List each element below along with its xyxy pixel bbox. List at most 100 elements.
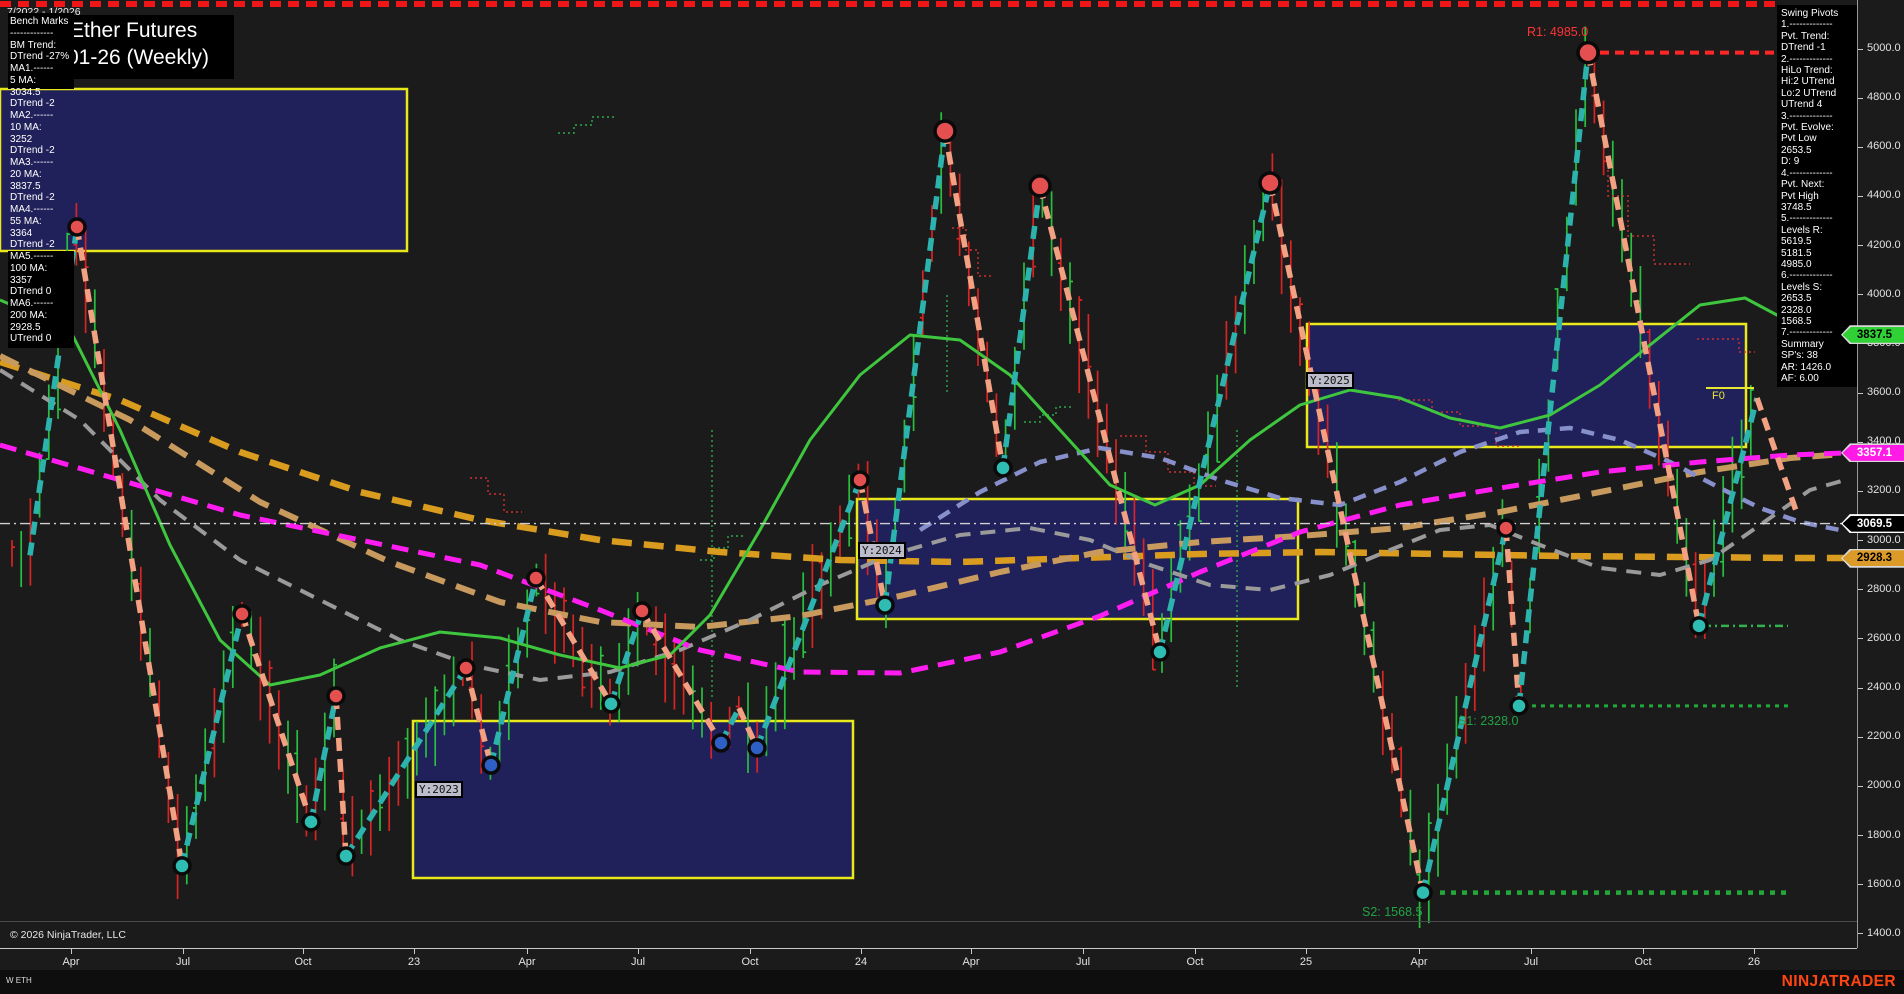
swing-line: [1420, 527, 1509, 894]
price-tag-rim: 3069.5: [1841, 514, 1904, 534]
price-axis-tick: [1858, 736, 1863, 738]
chart-window: 7/2022 - 1/2026 Ether Futures 01-26 (Wee…: [0, 0, 1904, 994]
swing-low-marker: [172, 856, 192, 876]
price-axis-tick: [1858, 48, 1863, 50]
price-axis-tick: [1858, 835, 1863, 837]
swing-high-marker: [1496, 518, 1516, 538]
pivot-step-line: [1607, 170, 1690, 265]
price-axis-tick: [1858, 589, 1863, 591]
time-axis-tick: [638, 949, 639, 954]
s1-level-label: S1: 2328.0: [1458, 714, 1519, 728]
top-dashed-trend-line: [0, 1, 1778, 7]
r1-level-label: R1: 4985.0: [1527, 25, 1589, 39]
time-axis-label: Apr: [1410, 956, 1428, 968]
swing-low-marker: [711, 733, 731, 753]
time-axis-label: Oct: [741, 956, 759, 968]
price-tag-rim: 3837.5: [1841, 325, 1904, 345]
chart-area[interactable]: [0, 0, 1857, 948]
swing-line: [179, 613, 245, 867]
time-axis-label: 25: [1299, 956, 1313, 968]
price-axis-label: 1600.0: [1867, 877, 1901, 890]
price-tag-rim: 2928.3: [1841, 548, 1904, 568]
instrument-tab[interactable]: W ETH: [6, 976, 32, 985]
price-axis-tick: [1858, 490, 1863, 492]
benchmarks-panel: Bench Marks ------------- BM Trend: DTre…: [10, 16, 70, 345]
price-axis-tick: [1858, 785, 1863, 787]
swing-line: [74, 226, 185, 867]
time-axis-tick: [1306, 949, 1307, 954]
swing-low-marker: [336, 846, 356, 866]
swing-high-marker: [67, 217, 87, 237]
year-marker-label: Y:2025: [1306, 372, 1354, 389]
swing-line: [533, 576, 614, 706]
price-axis-tick: [1858, 294, 1863, 296]
swing-low-marker: [481, 755, 501, 775]
swing-low-marker: [875, 595, 895, 615]
swing-low-marker: [601, 694, 621, 714]
swing-high-marker: [326, 686, 346, 706]
time-axis-label: Oct: [294, 956, 312, 968]
price-axis-tick: [1858, 687, 1863, 689]
time-axis-tick: [414, 949, 415, 954]
time-axis-tick: [1754, 949, 1755, 954]
price-axis-label: 2400.0: [1867, 681, 1901, 694]
swing-high-marker: [1258, 171, 1282, 195]
time-axis-label: 26: [1747, 956, 1761, 968]
price-tag: 3357.1: [1842, 444, 1904, 461]
year-marker-label: Y:2023: [415, 781, 463, 798]
pivot-step-line: [558, 116, 614, 134]
price-axis-label: 4000.0: [1867, 287, 1901, 300]
time-axis-label: Oct: [1634, 956, 1652, 968]
f0-level-label: F0: [1712, 390, 1725, 402]
time-axis-tick: [1531, 949, 1532, 954]
time-axis-tick: [750, 949, 751, 954]
time-axis[interactable]: Apr Jul Oct 23 Apr Jul Oct 24 Apr Jul Oct 25 Apr Jul O…: [0, 948, 1857, 971]
pivot-step-line: [470, 477, 522, 513]
footer-divider: [0, 921, 1857, 922]
time-axis-tick: [303, 949, 304, 954]
price-axis-label: 4800.0: [1867, 91, 1901, 104]
swing-line: [1000, 185, 1043, 469]
price-axis-tick: [1858, 884, 1863, 886]
price-axis-tick: [1858, 441, 1863, 443]
pivot-step-line: [952, 227, 992, 277]
swing-low-marker: [1689, 616, 1709, 636]
price-axis-tick: [1858, 638, 1863, 640]
year-box: [413, 721, 853, 878]
swing-high-marker: [933, 119, 957, 143]
price-axis-label: 3200.0: [1867, 484, 1901, 497]
time-axis-label: Apr: [62, 956, 80, 968]
price-axis-tick: [1858, 540, 1863, 542]
chart-canvas[interactable]: [0, 0, 1857, 948]
time-axis-label: 23: [407, 956, 421, 968]
time-axis-tick: [71, 949, 72, 954]
chart-title-line2: 01-26 (Weekly): [67, 46, 209, 69]
swing-high-marker: [1576, 40, 1600, 65]
price-axis-tick: [1858, 933, 1863, 935]
year-box: [1307, 324, 1746, 447]
swing-pivots-panel: Swing Pivots 1.------------- Pvt. Trend:…: [1781, 8, 1839, 384]
price-axis[interactable]: 5000.04800.04600.04400.04200.04000.03800…: [1857, 0, 1904, 948]
time-axis-label: Jul: [1075, 956, 1091, 968]
time-axis-label: Oct: [1186, 956, 1204, 968]
time-axis-tick: [1419, 949, 1420, 954]
price-axis-label: 1400.0: [1867, 926, 1901, 939]
chart-title-line1: Ether Futures: [70, 19, 198, 42]
time-axis-tick: [527, 949, 528, 954]
pivot-step-line: [700, 535, 744, 561]
copyright-text: © 2026 NinjaTrader, LLC: [10, 929, 126, 941]
swing-low-marker: [1413, 882, 1433, 903]
price-axis-tick: [1858, 146, 1863, 148]
price-axis-label: 2200.0: [1867, 730, 1901, 743]
time-axis-tick: [1083, 949, 1084, 954]
swing-high-marker: [456, 658, 476, 678]
swing-high-marker: [850, 470, 870, 490]
price-axis-label: 3600.0: [1867, 386, 1901, 399]
ninjatrader-logo: NINJATRADER: [1781, 973, 1896, 990]
time-axis-tick: [861, 949, 862, 954]
price-tag: 2928.3: [1842, 550, 1904, 567]
time-axis-label: Apr: [962, 956, 980, 968]
swing-low-marker: [747, 738, 767, 758]
swing-high-marker: [232, 604, 252, 624]
time-axis-tick: [183, 949, 184, 954]
